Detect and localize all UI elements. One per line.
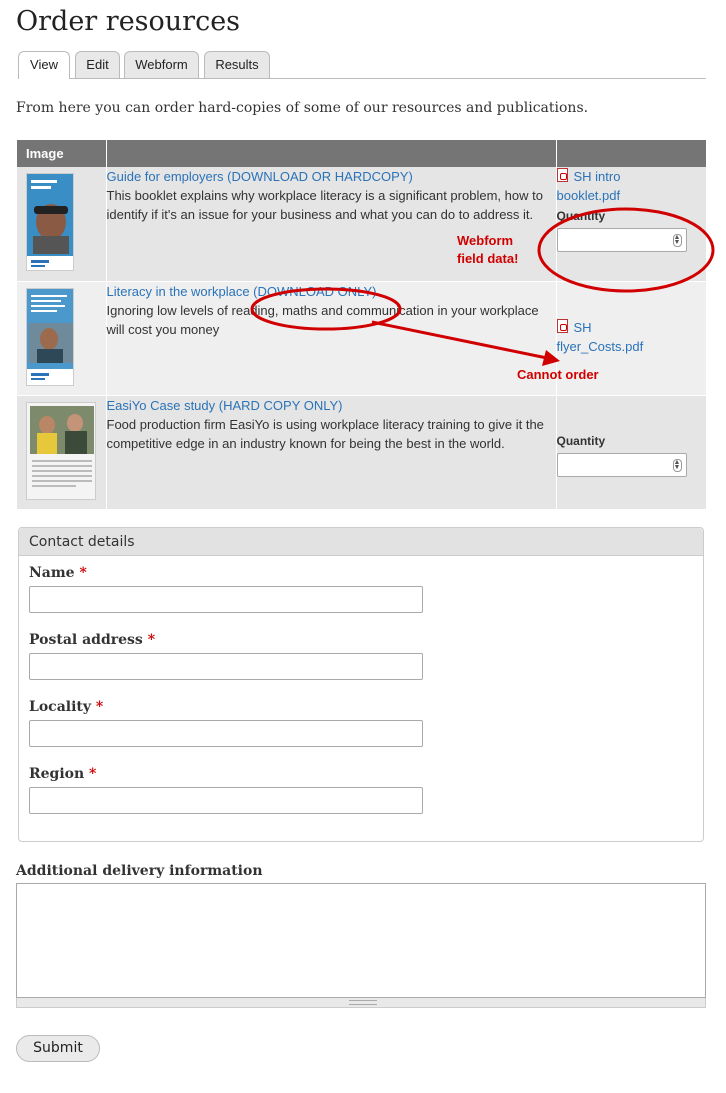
- pdf-file-link-continued[interactable]: flyer_Costs.pdf: [557, 339, 644, 354]
- pdf-file-link-continued[interactable]: booklet.pdf: [557, 188, 621, 203]
- region-label: Region *: [29, 766, 96, 782]
- contact-details-fieldset: Contact details Name * Postal address * …: [18, 527, 704, 842]
- annotation-text: field data!: [457, 251, 519, 266]
- name-label: Name *: [29, 565, 87, 581]
- name-field[interactable]: [29, 586, 423, 613]
- submit-button[interactable]: Submit: [16, 1035, 100, 1062]
- order-cell: SH intro booklet.pdf Quantity ▲ ▼: [556, 167, 707, 282]
- postal-address-field[interactable]: [29, 653, 423, 680]
- tab-webform[interactable]: Webform: [124, 51, 199, 78]
- resource-description-cell: Literacy in the workplace (DOWNLOAD ONLY…: [106, 281, 557, 396]
- column-header-description: [106, 140, 557, 167]
- page-title: Order resources: [16, 6, 241, 37]
- tab-bar: View Edit Webform Results: [18, 51, 706, 79]
- pdf-file-link[interactable]: SH: [574, 320, 592, 335]
- pdf-file-icon: [556, 168, 568, 182]
- image-cell: [17, 281, 107, 396]
- field-label-text: Name: [29, 565, 75, 581]
- quantity-stepper[interactable]: ▲ ▼: [556, 228, 687, 252]
- postal-address-label: Postal address *: [29, 632, 155, 648]
- field-label-text: Locality: [29, 699, 92, 715]
- quantity-stepper[interactable]: ▲ ▼: [556, 452, 687, 477]
- annotation-webform-label: Webform field data!: [457, 232, 518, 268]
- resource-title-link[interactable]: Guide for employers (DOWNLOAD OR HARDCOP…: [107, 167, 556, 186]
- column-header-image: Image: [17, 140, 107, 167]
- textarea-resize-handle[interactable]: [16, 998, 706, 1008]
- required-marker: *: [89, 766, 97, 782]
- region-field[interactable]: [29, 787, 423, 814]
- column-header-order: [556, 140, 707, 167]
- resource-title-link[interactable]: Literacy in the workplace (DOWNLOAD ONLY…: [107, 282, 556, 301]
- resources-table: Image Guide for employers (DOWNLOAD OR H…: [17, 140, 707, 510]
- resource-thumbnail: [26, 401, 96, 500]
- order-cell: Quantity ▲ ▼: [556, 395, 707, 510]
- grip-icon: [349, 1000, 377, 1005]
- table-row: EasiYo Case study (HARD COPY ONLY) Food …: [17, 395, 707, 510]
- resource-description-cell: EasiYo Case study (HARD COPY ONLY) Food …: [106, 395, 557, 510]
- required-marker: *: [147, 632, 156, 648]
- annotation-cannot-order: Cannot order: [517, 367, 599, 382]
- annotation-text: Webform: [457, 233, 514, 248]
- required-marker: *: [95, 699, 104, 715]
- stepper-arrows-icon[interactable]: ▲ ▼: [672, 234, 682, 247]
- table-row: Literacy in the workplace (DOWNLOAD ONLY…: [17, 281, 707, 396]
- tab-results[interactable]: Results: [204, 51, 270, 78]
- resource-description: This booklet explains why workplace lite…: [106, 188, 543, 222]
- locality-field[interactable]: [29, 720, 423, 747]
- tab-edit[interactable]: Edit: [75, 51, 120, 78]
- image-cell: [17, 395, 107, 510]
- pdf-file-icon: [556, 318, 568, 333]
- resource-thumbnail: [26, 173, 74, 271]
- intro-text: From here you can order hard-copies of s…: [16, 100, 589, 116]
- resource-title-link[interactable]: EasiYo Case study (HARD COPY ONLY): [107, 396, 556, 415]
- tab-view[interactable]: View: [18, 51, 70, 79]
- stepper-arrows-icon[interactable]: ▲ ▼: [672, 458, 682, 472]
- required-marker: *: [79, 565, 87, 581]
- quantity-label: Quantity: [556, 433, 606, 448]
- additional-delivery-textarea[interactable]: [16, 883, 706, 998]
- pdf-file-link[interactable]: SH intro: [574, 169, 621, 184]
- resource-thumbnail: [26, 287, 74, 386]
- field-label-text: Region: [29, 766, 85, 782]
- table-row: Guide for employers (DOWNLOAD OR HARDCOP…: [17, 167, 707, 282]
- resource-description: Ignoring low levels of reading, maths an…: [106, 302, 539, 337]
- additional-delivery-label: Additional delivery information: [16, 863, 263, 879]
- resource-description: Food production firm EasiYo is using wor…: [106, 416, 544, 451]
- quantity-label: Quantity: [556, 209, 606, 223]
- contact-details-legend: Contact details: [19, 528, 703, 556]
- image-cell: [17, 167, 107, 282]
- field-label-text: Postal address: [29, 632, 143, 648]
- locality-label: Locality *: [29, 699, 103, 715]
